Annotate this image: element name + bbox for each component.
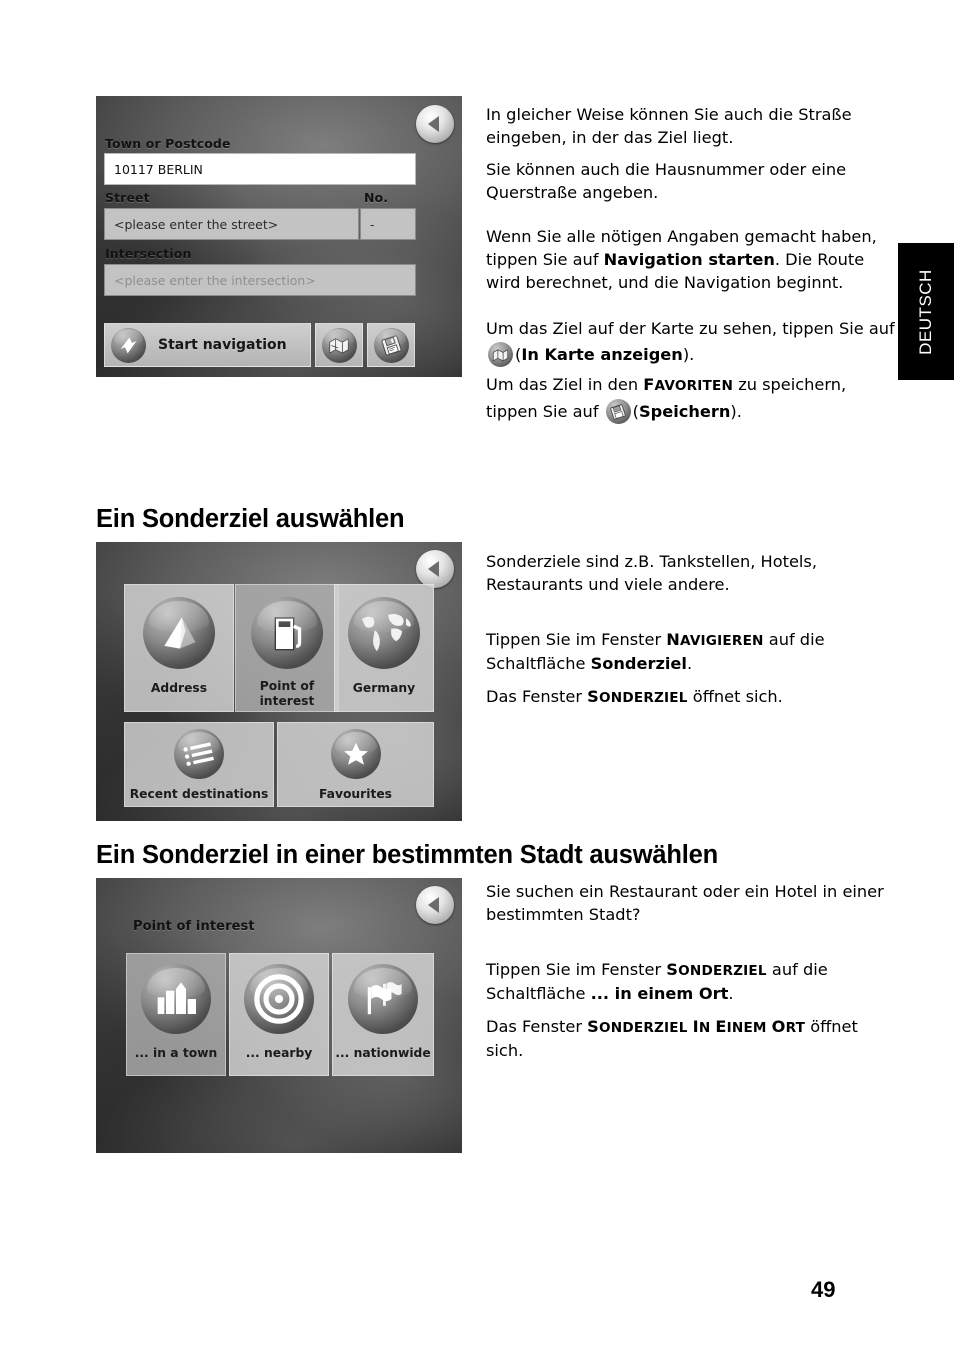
text-block-poi-in-town: Sie suchen ein Restaurant oder ein Hotel… xyxy=(486,881,898,1064)
screen-title-point-of-interest: Point of interest xyxy=(133,919,255,934)
house-number-input[interactable]: - xyxy=(360,208,416,240)
tile-address[interactable]: Address xyxy=(124,584,234,712)
paragraph-5-f: ). xyxy=(730,402,742,422)
tile-in-a-town-label: ... in a town xyxy=(134,1046,218,1060)
back-arrow-icon xyxy=(428,897,439,913)
tile-recent-destinations-label: Recent destinations xyxy=(129,787,269,801)
back-button[interactable] xyxy=(416,105,454,143)
intersection-label: Intersection xyxy=(105,246,192,261)
back-arrow-icon xyxy=(428,561,439,577)
paragraph-10-smallcaps: SONDERZIEL xyxy=(666,960,767,980)
list-icon xyxy=(174,729,224,779)
start-navigation-button[interactable]: Start navigation xyxy=(104,323,311,367)
screenshot-navigate-menu: Address Point of interest Germany Recent… xyxy=(96,542,462,821)
paragraph-5-smallcaps: FAVORITEN xyxy=(643,375,734,395)
town-or-postcode-value: 10117 BERLIN xyxy=(114,161,203,177)
intersection-placeholder: <please enter the intersection> xyxy=(114,272,316,288)
house-number-value: - xyxy=(370,216,375,232)
tile-nearby[interactable]: ... nearby xyxy=(229,953,329,1076)
tile-favourites-label: Favourites xyxy=(318,787,392,801)
street-input[interactable]: <please enter the street> xyxy=(104,208,359,240)
map-icon xyxy=(488,342,513,368)
tile-recent-destinations[interactable]: Recent destinations xyxy=(124,722,274,807)
tile-nationwide-label: ... nationwide xyxy=(335,1046,431,1060)
paragraph-8-c: öffnet sich. xyxy=(687,687,783,707)
paragraph-2: Sie können auch die Hausnummer oder eine… xyxy=(486,160,847,202)
start-navigation-label: Start navigation xyxy=(158,337,287,353)
tile-address-label: Address xyxy=(150,681,208,695)
street-placeholder: <please enter the street> xyxy=(114,216,279,232)
paragraph-10: Tippen Sie im Fenster SONDERZIEL auf die… xyxy=(486,959,898,1005)
flags-icon xyxy=(348,964,418,1034)
screenshot-point-of-interest: Point of interest ... in a town ... near… xyxy=(96,878,462,1153)
tile-favourites[interactable]: Favourites xyxy=(277,722,434,807)
globe-icon xyxy=(348,597,420,669)
tile-nationwide[interactable]: ... nationwide xyxy=(332,953,434,1076)
fuel-pump-icon xyxy=(251,597,323,669)
language-tab-label: DEUTSCH xyxy=(916,268,936,355)
tile-point-of-interest-label: Point of interest xyxy=(259,679,315,708)
paragraph-10-a: Tippen Sie im Fenster xyxy=(486,960,667,980)
tile-germany[interactable]: Germany xyxy=(334,584,434,712)
paragraph-7-e: . xyxy=(686,653,693,673)
paragraph-8-smallcaps: SONDERZIEL xyxy=(587,687,688,707)
paragraph-3: Wenn Sie alle nötigen Angaben gemacht ha… xyxy=(486,226,898,294)
intersection-input[interactable]: <please enter the intersection> xyxy=(104,264,416,296)
paragraph-3-bold: Navigation starten xyxy=(603,249,775,269)
paragraph-7: Tippen Sie im Fenster NAVIGIEREN auf die… xyxy=(486,629,898,675)
paragraph-10-e: . xyxy=(728,983,734,1003)
paragraph-11-a: Das Fenster xyxy=(486,1017,588,1037)
paragraph-11-smallcaps: SONDERZIEL IN EINEM ORT xyxy=(587,1017,806,1037)
back-button[interactable] xyxy=(416,550,454,588)
page-heading-select-poi: Ein Sonderziel auswählen xyxy=(96,505,405,533)
text-block-poi: Sonderziele sind z.B. Tankstellen, Hotel… xyxy=(486,551,898,711)
paragraph-7-bold: Sonderziel xyxy=(590,653,687,673)
paragraph-4-bold: In Karte anzeigen xyxy=(521,345,683,365)
page-number: 49 xyxy=(811,1277,836,1302)
page-heading-select-poi-in-town: Ein Sonderziel in einer bestimmten Stadt… xyxy=(96,841,718,869)
paragraph-5: Um das Ziel in den FAVORITEN zu speicher… xyxy=(486,372,898,425)
tile-germany-label: Germany xyxy=(352,681,416,695)
manual-page: DEUTSCH Town or Postcode 10117 BERLIN St… xyxy=(0,0,954,1355)
paragraph-6: Sonderziele sind z.B. Tankstellen, Hotel… xyxy=(486,552,817,594)
paragraph-4: Um das Ziel auf der Karte zu sehen, tipp… xyxy=(486,316,898,368)
paragraph-9: Sie suchen ein Restaurant oder ein Hotel… xyxy=(486,882,884,924)
back-arrow-icon xyxy=(428,116,439,132)
house-number-label: No. xyxy=(364,190,389,205)
street-label: Street xyxy=(105,190,150,205)
save-button[interactable] xyxy=(367,323,415,367)
paragraph-4-d: ). xyxy=(682,345,695,365)
tile-point-of-interest[interactable]: Point of interest xyxy=(235,584,339,712)
paragraph-5-bold: Speichern xyxy=(639,402,731,422)
paragraph-5-a: Um das Ziel in den xyxy=(486,375,644,395)
save-icon xyxy=(605,399,631,425)
paragraph-8: Das Fenster SONDERZIEL öffnet sich. xyxy=(486,686,898,710)
tile-nearby-label: ... nearby xyxy=(245,1046,313,1060)
paragraph-7-a: Tippen Sie im Fenster xyxy=(486,630,667,650)
town-or-postcode-input[interactable]: 10117 BERLIN xyxy=(104,153,416,185)
text-block-address: In gleicher Weise können Sie auch die St… xyxy=(486,104,898,426)
star-icon xyxy=(330,729,381,779)
paragraph-1: In gleicher Weise können Sie auch die St… xyxy=(486,105,852,147)
show-on-map-button[interactable] xyxy=(315,323,363,367)
paragraph-11: Das Fenster SONDERZIEL IN EINEM ORT öffn… xyxy=(486,1016,898,1062)
paragraph-4-a: Um das Ziel auf der Karte zu sehen, tipp… xyxy=(486,319,895,339)
back-button[interactable] xyxy=(416,886,454,924)
target-rings-icon xyxy=(244,964,314,1034)
tile-in-a-town[interactable]: ... in a town xyxy=(126,953,226,1076)
map-icon xyxy=(321,327,357,363)
paragraph-10-bold: ... in einem Ort xyxy=(590,983,729,1003)
save-icon xyxy=(373,327,409,363)
compass-arrow-icon xyxy=(143,597,215,669)
paragraph-8-a: Das Fenster xyxy=(486,687,588,707)
language-tab-deutsch: DEUTSCH xyxy=(898,243,954,380)
city-buildings-icon xyxy=(141,964,211,1034)
paragraph-7-smallcaps: NAVIGIEREN xyxy=(666,630,764,650)
screenshot-address-entry: Town or Postcode 10117 BERLIN Street No.… xyxy=(96,96,462,377)
town-or-postcode-label: Town or Postcode xyxy=(105,136,231,151)
navigation-arrow-icon xyxy=(111,327,146,363)
